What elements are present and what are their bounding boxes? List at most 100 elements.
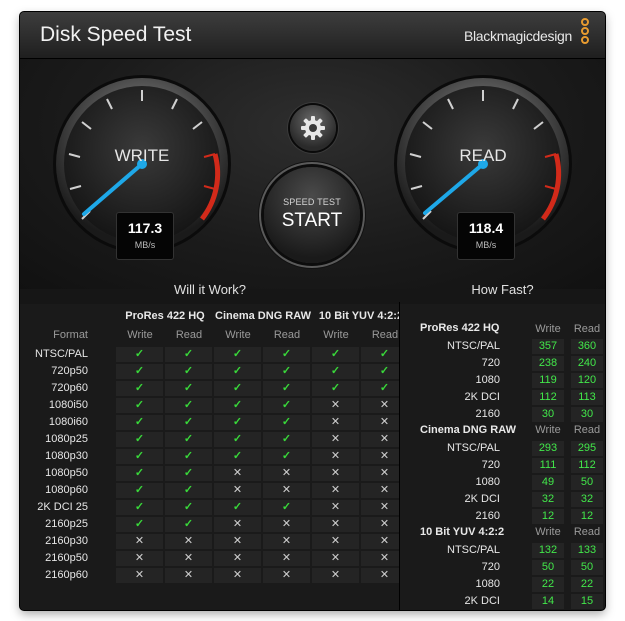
format-label: 2160p25 <box>45 518 88 530</box>
checkmark-icon: ✓ <box>214 449 261 464</box>
will-it-work-heading: Will it Work? <box>174 282 246 297</box>
compatibility-row: 1080p25 ✓ ✓ ✓ ✓ ✕ ✕ <box>25 432 408 447</box>
read-speed-fps: 12 <box>571 509 603 524</box>
compatibility-row: 1080p50 ✓ ✓ ✕ ✕ ✕ ✕ <box>25 466 408 481</box>
compatibility-row: 1080p60 ✓ ✓ ✕ ✕ ✕ ✕ <box>25 483 408 498</box>
codec-header-prores: ProRes 422 HQ <box>125 310 205 322</box>
speed-row: 720 238 240 <box>400 356 603 371</box>
cross-icon: ✕ <box>214 568 261 583</box>
checkmark-icon: ✓ <box>116 466 163 481</box>
title-bar: Disk Speed Test Blackmagicdesign <box>20 12 605 59</box>
resolution-label: 720 <box>481 357 500 369</box>
cross-icon: ✕ <box>312 483 359 498</box>
speed-row: NTSC/PAL 293 295 <box>400 441 603 456</box>
checkmark-icon: ✓ <box>165 500 212 515</box>
gear-icon <box>301 116 325 140</box>
speed-row: 1080 49 50 <box>400 475 603 490</box>
speed-row: NTSC/PAL 132 133 <box>400 543 603 558</box>
read-speed-fps: 30 <box>571 407 603 422</box>
brand-logo-icon <box>581 18 593 51</box>
speed-header-write: Write <box>535 424 561 436</box>
write-speed-fps: 12 <box>532 509 564 524</box>
checkmark-icon: ✓ <box>116 415 163 430</box>
speed-row: 720 111 112 <box>400 458 603 473</box>
cross-icon: ✕ <box>312 398 359 413</box>
checkmark-icon: ✓ <box>165 466 212 481</box>
column-header-read: Read <box>273 329 301 341</box>
compatibility-row: 1080p30 ✓ ✓ ✓ ✓ ✕ ✕ <box>25 449 408 464</box>
speed-row: 2K DCI 32 32 <box>400 492 603 507</box>
speed-header-read: Read <box>573 424 601 436</box>
cross-icon: ✕ <box>312 534 359 549</box>
column-header-read: Read <box>175 329 203 341</box>
read-speed-value: 118.4 <box>468 220 504 236</box>
start-button-caption: SPEED TEST <box>283 197 341 207</box>
format-label: 1080p50 <box>45 467 88 479</box>
format-label: 2K DCI 25 <box>37 501 88 513</box>
resolution-label: NTSC/PAL <box>447 544 500 556</box>
speed-row: 2K DCI 14 15 <box>400 594 603 609</box>
checkmark-icon: ✓ <box>312 347 359 362</box>
format-label: 1080p60 <box>45 484 88 496</box>
write-speed-fps: 238 <box>532 356 564 371</box>
read-speed-fps: 120 <box>571 373 603 388</box>
speed-row: 2K DCI 112 113 <box>400 390 603 405</box>
resolution-label: 1080 <box>475 476 500 488</box>
format-column-header: Format <box>53 329 88 341</box>
resolution-label: 720 <box>481 459 500 471</box>
write-speed-fps: 112 <box>532 390 564 405</box>
speed-header-write: Write <box>535 526 561 538</box>
compatibility-row: 720p60 ✓ ✓ ✓ ✓ ✓ ✓ <box>25 381 408 396</box>
start-button-label: START <box>281 210 343 231</box>
checkmark-icon: ✓ <box>263 415 310 430</box>
cross-icon: ✕ <box>116 568 163 583</box>
settings-button[interactable] <box>290 105 336 151</box>
checkmark-icon: ✓ <box>263 449 310 464</box>
format-label: 720p50 <box>51 365 88 377</box>
checkmark-icon: ✓ <box>263 347 310 362</box>
resolution-label: 2160 <box>475 510 500 522</box>
checkmark-icon: ✓ <box>165 364 212 379</box>
codec-group-header: ProRes 422 HQ <box>420 322 500 334</box>
write-speed-readout: 117.3 MB/s <box>116 212 174 260</box>
speed-header-read: Read <box>573 526 601 538</box>
checkmark-icon: ✓ <box>263 364 310 379</box>
cross-icon: ✕ <box>312 500 359 515</box>
codec-header-10bit-yuv: 10 Bit YUV 4:2:2 <box>318 310 404 322</box>
compatibility-row: 1080i50 ✓ ✓ ✓ ✓ ✕ ✕ <box>25 398 408 413</box>
write-speed-fps: 119 <box>532 373 564 388</box>
write-speed-fps: 357 <box>532 339 564 354</box>
checkmark-icon: ✓ <box>116 449 163 464</box>
checkmark-icon: ✓ <box>263 500 310 515</box>
checkmark-icon: ✓ <box>263 381 310 396</box>
checkmark-icon: ✓ <box>165 449 212 464</box>
read-speed-fps: 15 <box>571 594 603 609</box>
checkmark-icon: ✓ <box>116 517 163 532</box>
cross-icon: ✕ <box>116 534 163 549</box>
checkmark-icon: ✓ <box>214 347 261 362</box>
speed-row: NTSC/PAL 357 360 <box>400 339 603 354</box>
format-label: 720p60 <box>51 382 88 394</box>
resolution-label: 1080 <box>475 374 500 386</box>
speed-row: 1080 119 120 <box>400 373 603 388</box>
resolution-label: 1080 <box>475 578 500 590</box>
write-speed-fps: 32 <box>532 492 564 507</box>
brand-logo-text: Blackmagicdesign <box>463 28 572 44</box>
checkmark-icon: ✓ <box>116 364 163 379</box>
read-gauge: READ 118.4 MB/s <box>393 74 573 260</box>
compatibility-row: 2160p60 ✕ ✕ ✕ ✕ ✕ ✕ <box>25 568 408 583</box>
checkmark-icon: ✓ <box>263 432 310 447</box>
column-header-write: Write <box>127 329 153 341</box>
format-label: 1080i60 <box>48 416 88 428</box>
format-label: 1080i50 <box>48 399 88 411</box>
cross-icon: ✕ <box>214 517 261 532</box>
checkmark-icon: ✓ <box>165 432 212 447</box>
checkmark-icon: ✓ <box>165 398 212 413</box>
speed-row: 1080 22 22 <box>400 577 603 592</box>
start-speed-test-button[interactable]: SPEED TEST START <box>264 167 360 263</box>
checkmark-icon: ✓ <box>214 415 261 430</box>
format-label: 2160p60 <box>45 569 88 581</box>
cross-icon: ✕ <box>214 551 261 566</box>
resolution-label: 2K DCI <box>464 391 500 403</box>
read-speed-fps: 133 <box>571 543 603 558</box>
